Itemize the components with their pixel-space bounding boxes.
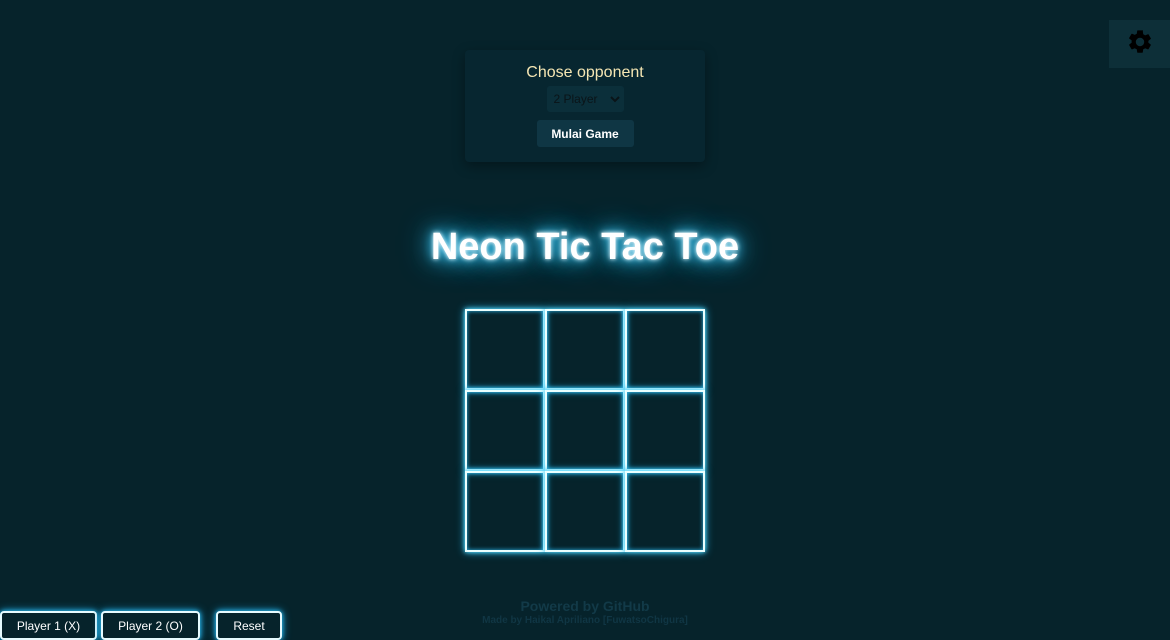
opponent-select[interactable]: 2 Player — [546, 86, 624, 112]
player1-button[interactable]: Player 1 (X) — [0, 611, 97, 640]
board-cell[interactable] — [625, 471, 705, 552]
board-cell[interactable] — [545, 390, 625, 471]
opponent-panel: Chose opponent 2 Player Mulai Game — [465, 50, 705, 162]
board-cell[interactable] — [465, 309, 545, 390]
board-cell[interactable] — [545, 309, 625, 390]
opponent-panel-title: Chose opponent — [526, 64, 644, 81]
player2-button[interactable]: Player 2 (O) — [101, 611, 200, 640]
gear-icon — [1126, 28, 1154, 61]
board-cell[interactable] — [625, 390, 705, 471]
settings-button[interactable] — [1109, 20, 1170, 68]
board-cell[interactable] — [625, 309, 705, 390]
reset-button[interactable]: Reset — [216, 611, 282, 640]
start-game-button[interactable]: Mulai Game — [536, 120, 634, 147]
board-cell[interactable] — [465, 471, 545, 552]
board-cell[interactable] — [465, 390, 545, 471]
game-title: Neon Tic Tac Toe — [430, 226, 740, 268]
game-board — [465, 309, 705, 553]
board-cell[interactable] — [545, 471, 625, 552]
